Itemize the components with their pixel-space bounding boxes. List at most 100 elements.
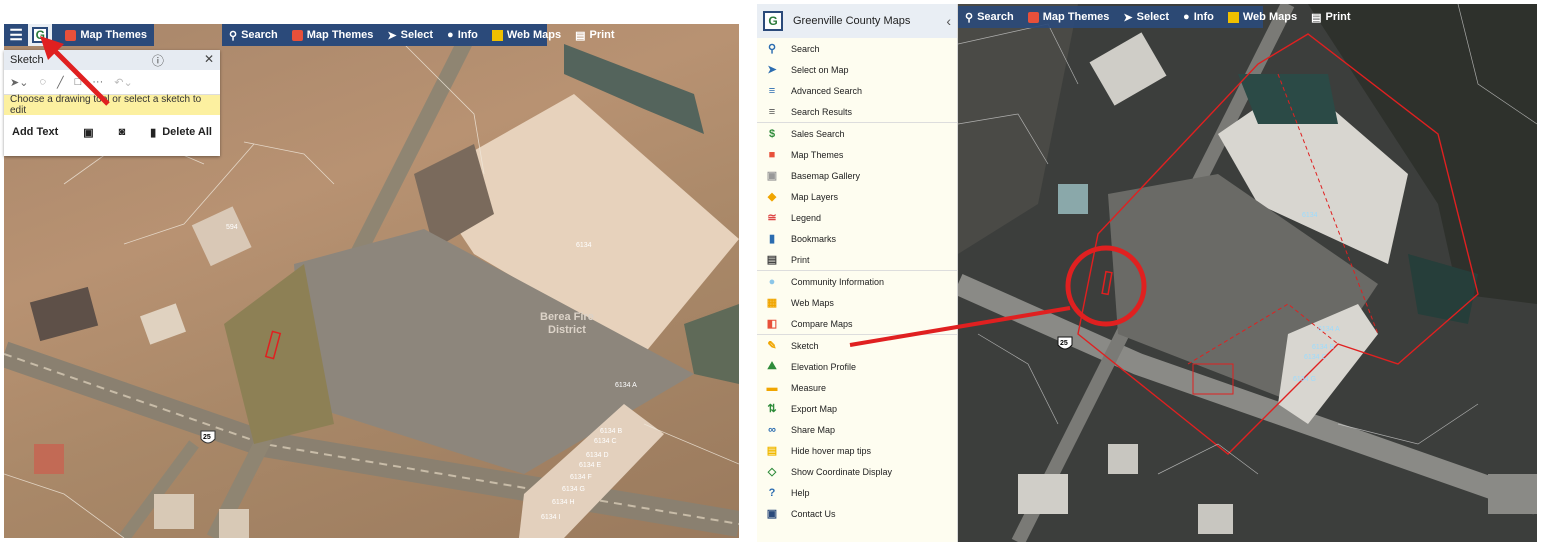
contact-icon: ▣ — [766, 508, 778, 520]
sidebar-item-show-coordinate-display[interactable]: ◇ Show Coordinate Display — [757, 461, 957, 482]
tips-icon: ▤ — [766, 445, 778, 457]
web-maps-icon — [491, 29, 503, 41]
legend-icon: ≅ — [767, 212, 777, 224]
sidebar-item-select-on-map[interactable]: ➤ Select on Map — [757, 59, 957, 80]
close-icon[interactable]: ✕ — [204, 52, 214, 69]
pencil-icon: ✎ — [767, 340, 777, 352]
print-button[interactable]: ▤ Print — [1304, 11, 1357, 24]
sidebar-item-advanced-search[interactable]: ≡ Advanced Search — [757, 80, 957, 101]
parcel-label-b: 6134 B — [600, 428, 623, 435]
sidebar-item-label: Print — [791, 254, 810, 265]
coordinate-icon: ◇ — [767, 466, 777, 478]
search-button[interactable]: ⚲ Search — [222, 29, 285, 42]
sidebar-title: Greenville County Maps — [793, 15, 911, 27]
red-connector-line — [849, 306, 1071, 347]
sidebar-item-label: Export Map — [791, 403, 838, 414]
export-icon: ⇅ — [767, 403, 777, 415]
print-icon: ▤ — [766, 254, 778, 266]
parcel-label-c: 6134 C — [1304, 354, 1327, 361]
collapse-chevron-icon[interactable]: ‹ — [946, 13, 951, 29]
sidebar-item-sales-search[interactable]: $ Sales Search — [757, 122, 957, 144]
info-icon: ● — [1183, 11, 1190, 23]
load-icon[interactable]: ◙ — [119, 126, 126, 138]
select-button[interactable]: ➤ Select — [1116, 11, 1176, 24]
map-themes-icon: ■ — [768, 148, 776, 161]
parcel-label-h: 6134 H — [552, 499, 575, 506]
search-icon: ⚲ — [767, 43, 777, 55]
sidebar-item-label: Search Results — [791, 106, 853, 117]
sidebar-item-bookmarks[interactable]: ▮ Bookmarks — [757, 228, 957, 249]
sidebar-item-search[interactable]: ⚲ Search — [757, 38, 957, 59]
sidebar-item-label: Advanced Search — [791, 85, 863, 96]
sidebar-item-legend[interactable]: ≅ Legend — [757, 207, 957, 228]
dollar-icon: $ — [768, 127, 776, 140]
select-arrow-icon: ➤ — [1123, 11, 1133, 24]
sidebar-item-community-information[interactable]: ● Community Information — [757, 270, 957, 292]
select-button[interactable]: ➤ Select — [380, 29, 440, 42]
sidebar-item-label: Legend — [791, 212, 822, 223]
lot-594-label: 594 — [226, 224, 238, 231]
map-themes-icon — [1027, 11, 1039, 23]
print-icon: ▤ — [575, 29, 586, 42]
sidebar-item-contact-us[interactable]: ▣ Contact Us — [757, 503, 957, 524]
sidebar-item-print[interactable]: ▤ Print — [757, 249, 957, 270]
web-maps-button[interactable]: Web Maps — [485, 29, 568, 41]
sidebar-item-hide-hover-map-tips[interactable]: ▤ Hide hover map tips — [757, 440, 957, 461]
sidebar-item-help[interactable]: ? Help — [757, 482, 957, 503]
print-button[interactable]: ▤ Print — [568, 29, 621, 42]
map-themes-tool-button[interactable]: Map Themes — [1021, 11, 1117, 23]
layers-icon: ◆ — [767, 191, 777, 203]
compare-maps-icon: ◧ — [766, 318, 778, 330]
sidebar-item-basemap-gallery[interactable]: ▣ Basemap Gallery — [757, 165, 957, 186]
web-maps-icon: ▦ — [766, 297, 778, 309]
sidebar-item-measure[interactable]: ▬ Measure — [757, 377, 957, 398]
trash-icon: ▮ — [150, 126, 157, 139]
sidebar-item-label: Map Themes — [791, 149, 844, 160]
elevation-icon: ⛰ — [767, 360, 777, 372]
parcel-label-main: 6134 — [1302, 212, 1318, 219]
sidebar-item-label: Community Information — [791, 276, 885, 287]
sidebar-item-label: Sketch — [791, 340, 819, 351]
sketch-actions: Add Text ▣ ◙ ▮ Delete All — [4, 115, 220, 149]
sidebar-item-label: Hide hover map tips — [791, 445, 872, 456]
help-icon: ? — [768, 486, 776, 499]
sidebar-item-export-map[interactable]: ⇅ Export Map — [757, 398, 957, 419]
right-aerial-map[interactable]: 25 6134 6134 A 6134 B 6134 C 6134 G — [958, 4, 1537, 542]
web-maps-icon — [1227, 11, 1239, 23]
sidebar-item-label: Basemap Gallery — [791, 170, 861, 181]
sidebar-item-label: Search — [791, 43, 820, 54]
county-logo: G — [763, 11, 783, 31]
print-icon: ▤ — [1311, 11, 1322, 24]
sidebar-item-label: Share Map — [791, 424, 836, 435]
map-themes-tool-button[interactable]: Map Themes — [285, 29, 381, 41]
search-icon: ⚲ — [229, 29, 238, 42]
fire-district-label-2: District — [548, 324, 586, 336]
select-arrow-icon: ➤ — [387, 29, 397, 42]
parcel-label-main: 6134 — [576, 242, 592, 249]
parcel-label-i: 6134 I — [541, 514, 561, 521]
sidebar-item-share-map[interactable]: ∞ Share Map — [757, 419, 957, 440]
save-icon[interactable]: ▣ — [83, 126, 93, 139]
parcel-label-f: 6134 F — [570, 474, 592, 481]
basemap-icon: ▣ — [766, 170, 778, 182]
delete-all-button[interactable]: ▮ Delete All — [150, 126, 212, 139]
sidebar-item-label: Map Layers — [791, 191, 839, 202]
parcel-label-e: 6134 E — [579, 462, 602, 469]
info-button[interactable]: ● Info — [1176, 11, 1221, 23]
parcel-label-c: 6134 C — [594, 438, 617, 445]
sidebar-item-search-results[interactable]: ≡ Search Results — [757, 101, 957, 122]
map-themes-icon — [291, 29, 303, 41]
parcel-label-a: 6134 A — [615, 382, 637, 389]
sidebar-item-map-themes[interactable]: ■ Map Themes — [757, 144, 957, 165]
add-text-button[interactable]: Add Text — [12, 126, 58, 138]
help-icon[interactable]: ⓘ — [152, 52, 164, 69]
web-maps-button[interactable]: Web Maps — [1221, 11, 1304, 23]
ruler-icon: ▬ — [766, 381, 778, 394]
left-toolbar: ⚲ Search Map Themes ➤ Select ● Info Web Map… — [222, 24, 615, 46]
info-button[interactable]: ● Info — [440, 29, 485, 41]
sidebar-item-map-layers[interactable]: ◆ Map Layers — [757, 186, 957, 207]
bookmark-icon: ▮ — [768, 233, 776, 245]
search-button[interactable]: ⚲ Search — [958, 11, 1021, 24]
fire-district-label-1: Berea Fire — [540, 311, 594, 323]
sidebar-item-label: Sales Search — [791, 128, 845, 139]
